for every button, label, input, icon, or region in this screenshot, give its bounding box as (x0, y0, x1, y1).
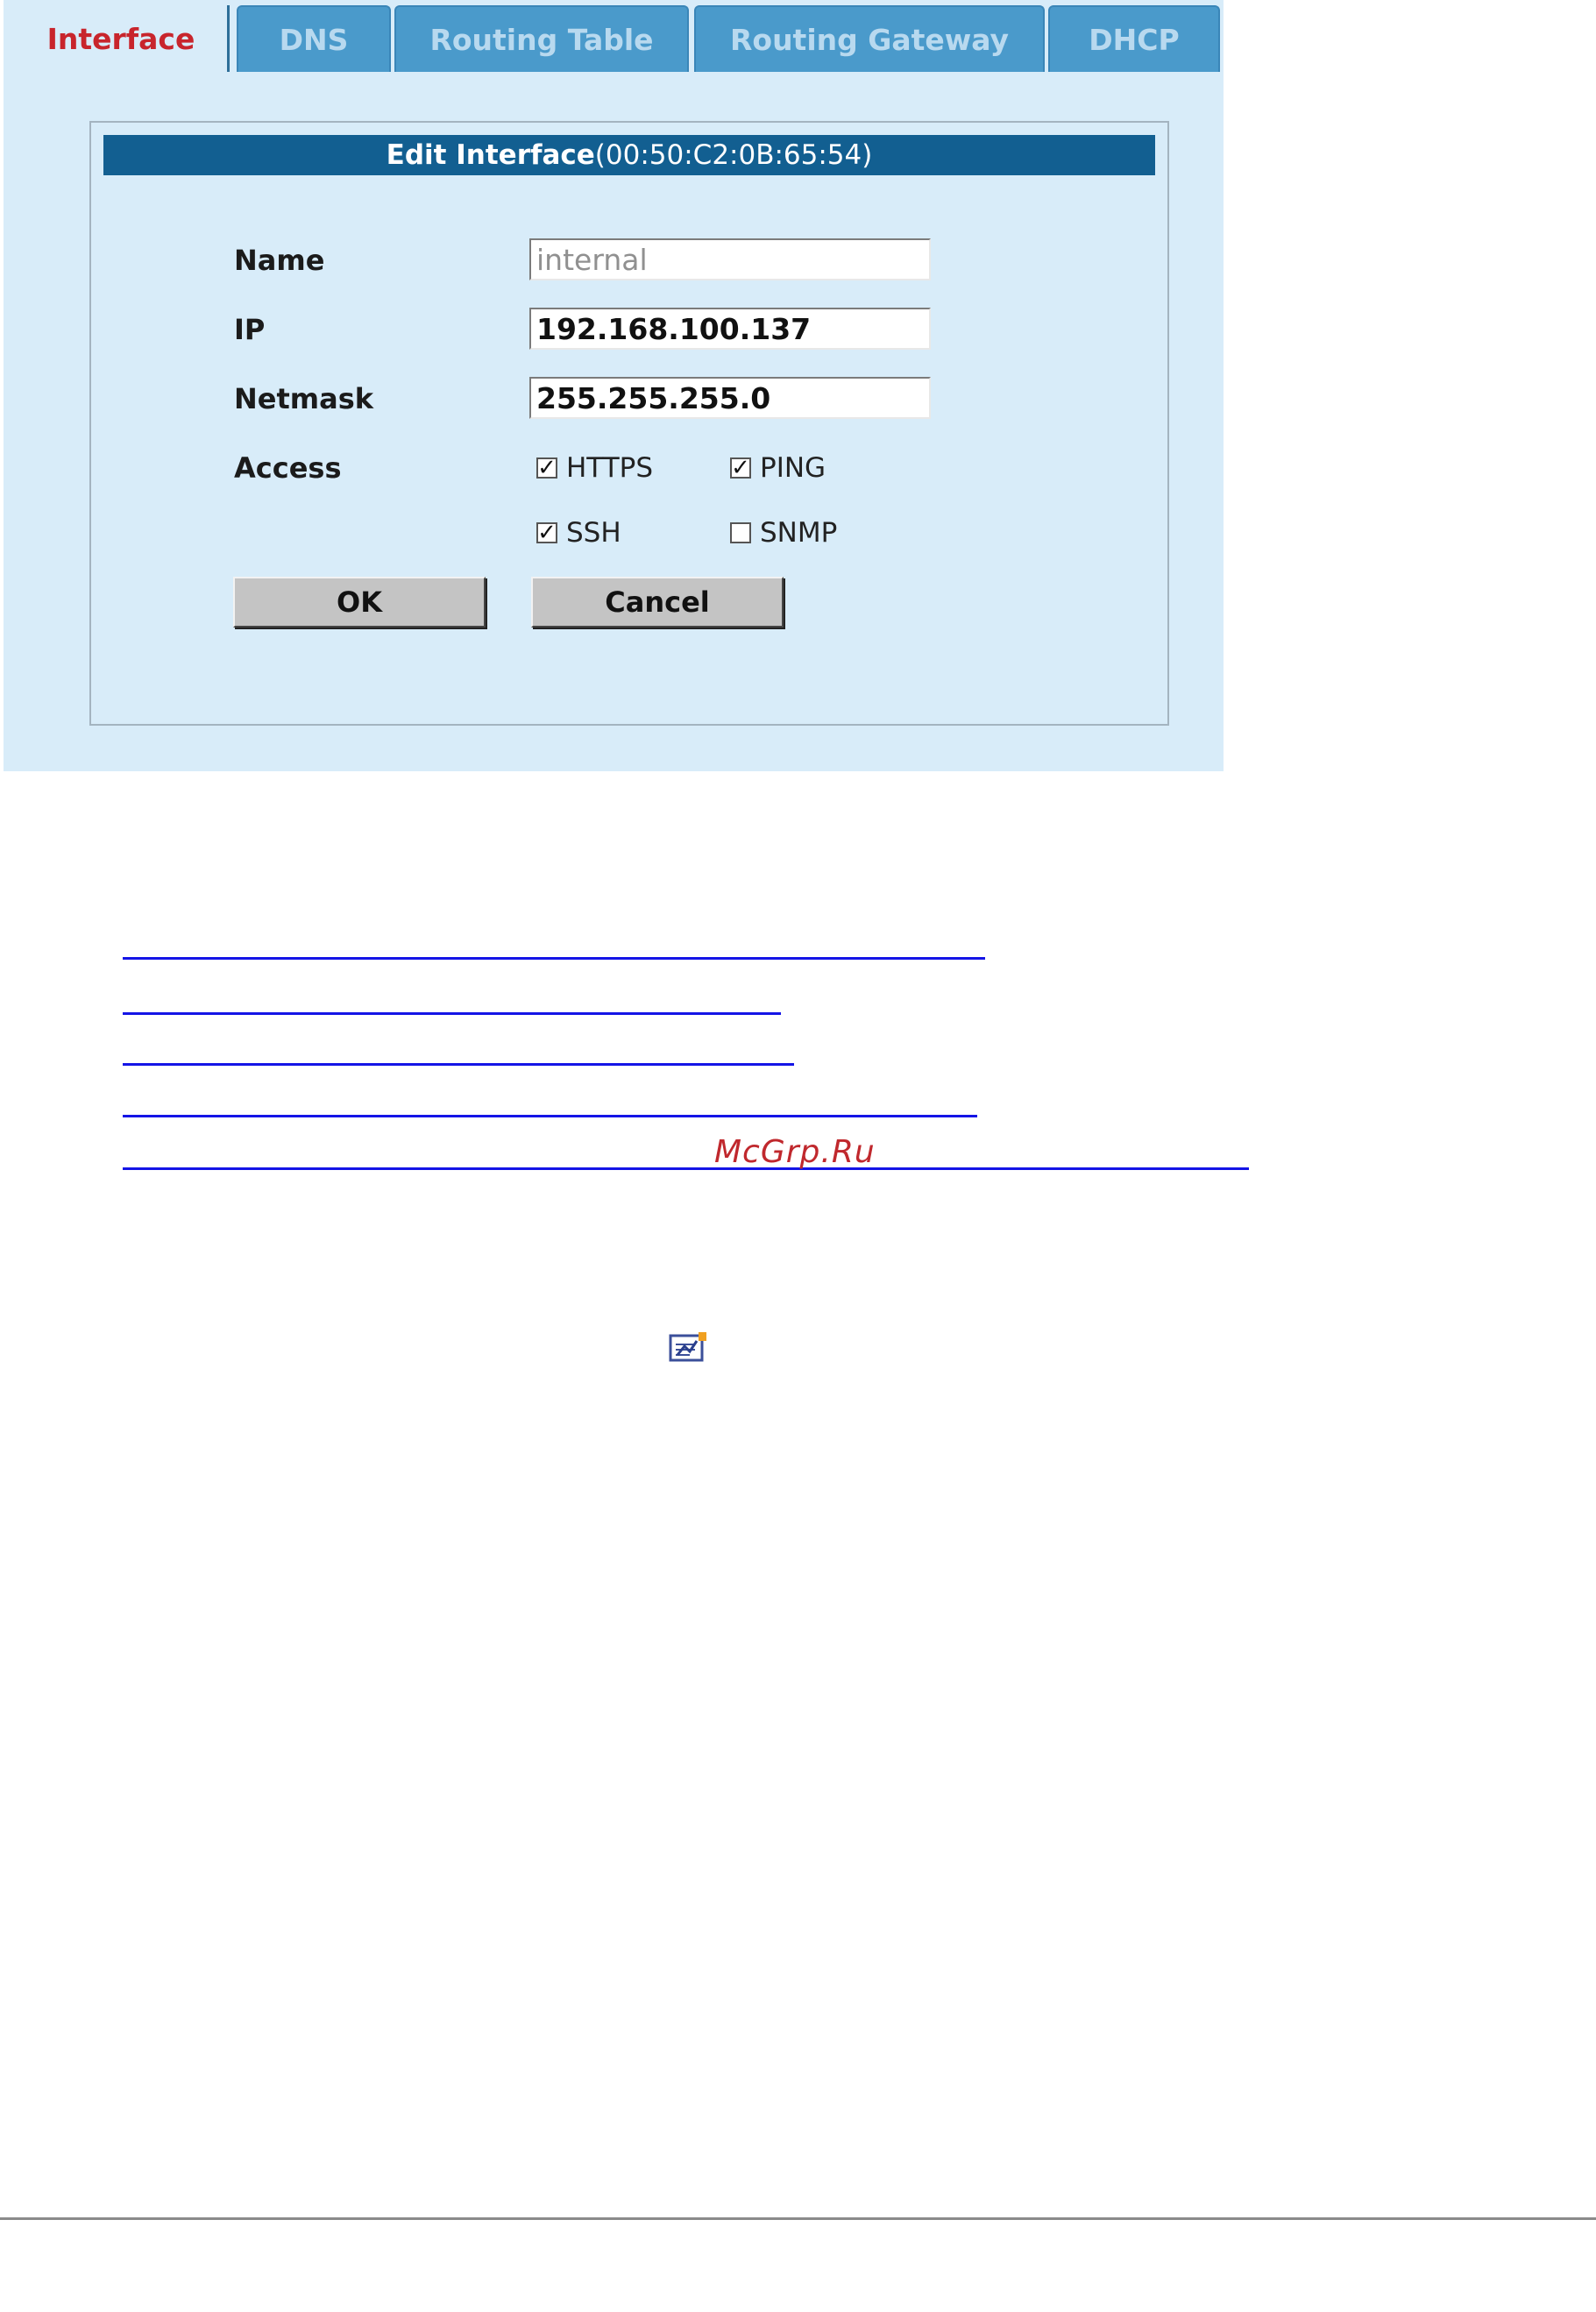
https-checkbox[interactable]: ✓ HTTPS (536, 452, 653, 484)
tab-separator (227, 5, 230, 72)
access-label: Access (234, 451, 342, 485)
cancel-button[interactable]: Cancel (531, 577, 784, 628)
tab-dns[interactable]: DNS (237, 5, 391, 72)
snmp-checkbox[interactable]: SNMP (730, 517, 837, 549)
dialog-title: Edit Interface (386, 139, 595, 171)
name-input[interactable] (529, 238, 931, 280)
https-checkbox-box[interactable]: ✓ (536, 457, 557, 479)
ip-label: IP (234, 313, 266, 346)
tab-routing-table[interactable]: Routing Table (394, 5, 689, 72)
tab-dhcp[interactable]: DHCP (1048, 5, 1220, 72)
edit-interface-dialog: Edit Interface (00:50:C2:0B:65:54) Name I… (89, 121, 1169, 726)
tab-interface[interactable]: Interface (16, 5, 226, 72)
link-underline-3[interactable] (123, 1063, 794, 1066)
snmp-checkbox-box[interactable] (730, 522, 751, 543)
link-underline-4[interactable] (123, 1115, 977, 1117)
ping-checkbox-label: PING (760, 452, 826, 484)
network-settings-panel: Interface DNS Routing Table Routing Gate… (4, 0, 1224, 771)
ssh-checkbox[interactable]: ✓ SSH (536, 517, 621, 549)
link-underline-2[interactable] (123, 1012, 781, 1015)
dialog-title-bar: Edit Interface (00:50:C2:0B:65:54) (103, 135, 1155, 175)
ssh-checkbox-box[interactable]: ✓ (536, 521, 557, 544)
edit-document-icon[interactable] (669, 1332, 707, 1364)
ok-button[interactable]: OK (233, 577, 486, 628)
link-underline-1[interactable] (123, 957, 985, 960)
watermark-text: McGrp.Ru (714, 1134, 876, 1170)
name-label: Name (234, 244, 325, 277)
netmask-label: Netmask (234, 382, 374, 415)
bottom-divider (0, 2217, 1596, 2220)
snmp-checkbox-label: SNMP (760, 517, 838, 549)
mac-address: (00:50:C2:0B:65:54) (594, 139, 873, 171)
ping-checkbox[interactable]: ✓ PING (730, 452, 826, 484)
https-checkbox-label: HTTPS (566, 452, 654, 484)
tab-routing-gateway[interactable]: Routing Gateway (694, 5, 1045, 72)
netmask-input[interactable] (529, 377, 931, 419)
ip-input[interactable] (529, 308, 931, 350)
ssh-checkbox-label: SSH (566, 517, 621, 549)
ping-checkbox-box[interactable]: ✓ (730, 457, 751, 479)
link-underline-5[interactable] (123, 1167, 1249, 1170)
